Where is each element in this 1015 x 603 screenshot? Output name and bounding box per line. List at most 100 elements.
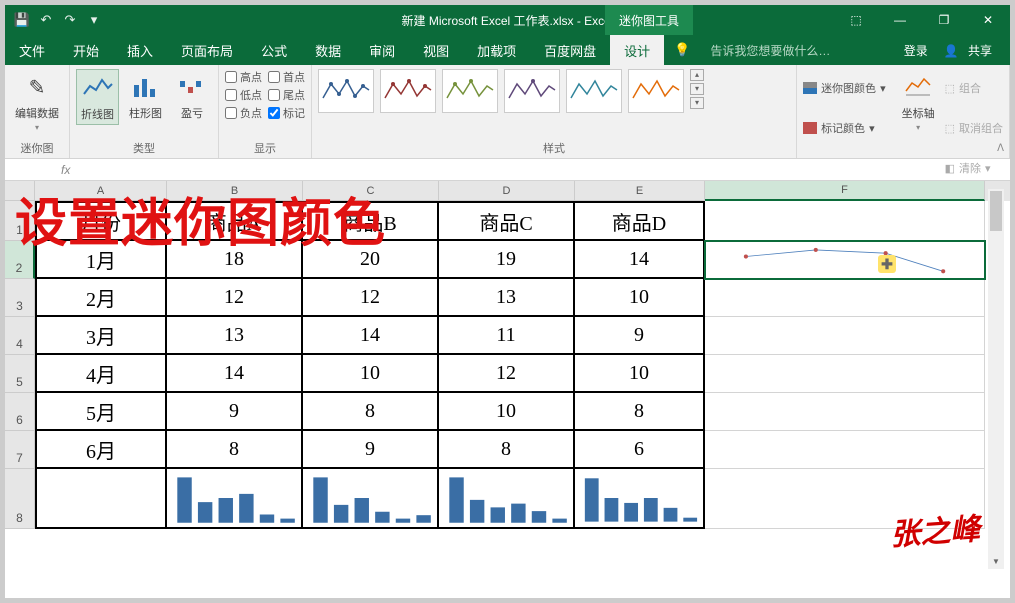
style-item[interactable] xyxy=(566,69,622,113)
style-item[interactable] xyxy=(504,69,560,113)
cell[interactable]: 13 xyxy=(167,317,303,355)
scrollbar-thumb[interactable] xyxy=(990,191,1002,231)
style-item[interactable] xyxy=(318,69,374,113)
cell[interactable]: 9 xyxy=(303,431,439,469)
cell[interactable]: 13 xyxy=(439,279,575,317)
cell[interactable]: 8 xyxy=(303,393,439,431)
negative-point-checkbox[interactable]: 负点 xyxy=(225,105,262,121)
share-button[interactable]: 👤 共享 xyxy=(938,42,1004,59)
cell[interactable]: 14 xyxy=(167,355,303,393)
tab-insert[interactable]: 插入 xyxy=(113,35,167,65)
row-header[interactable]: 3 xyxy=(5,279,35,317)
first-point-checkbox[interactable]: 首点 xyxy=(268,69,305,85)
style-item[interactable] xyxy=(380,69,436,113)
tab-addins[interactable]: 加载项 xyxy=(463,35,530,65)
marker-color-button[interactable]: 标记颜色 ▾ xyxy=(803,109,886,147)
style-item[interactable] xyxy=(442,69,498,113)
qat-more-icon[interactable]: ▾ xyxy=(85,11,103,29)
style-gallery-more[interactable]: ▴▾▾ xyxy=(690,69,706,109)
row-header[interactable]: 7 xyxy=(5,431,35,469)
contextual-tab-label: 迷你图工具 xyxy=(605,5,693,35)
cell[interactable]: 8 xyxy=(167,431,303,469)
cell-sparkline-column[interactable] xyxy=(439,469,575,529)
style-item[interactable] xyxy=(628,69,684,113)
vertical-scrollbar[interactable]: ▲ ▼ xyxy=(988,189,1004,569)
cell[interactable] xyxy=(35,469,167,529)
low-point-checkbox[interactable]: 低点 xyxy=(225,87,262,103)
column-type-button[interactable]: 柱形图 xyxy=(125,69,166,123)
minimize-button[interactable]: — xyxy=(878,5,922,35)
row-header[interactable]: 4 xyxy=(5,317,35,355)
last-point-checkbox[interactable]: 尾点 xyxy=(268,87,305,103)
cell[interactable] xyxy=(705,355,985,393)
cell[interactable]: 6月 xyxy=(35,431,167,469)
col-header-D[interactable]: D xyxy=(439,181,575,201)
cell[interactable]: 10 xyxy=(303,355,439,393)
ribbon-options-icon[interactable]: ⬚ xyxy=(834,5,878,35)
axis-button[interactable]: 坐标轴 ▾ xyxy=(898,69,939,134)
cell[interactable]: 2月 xyxy=(35,279,167,317)
cell[interactable]: 9 xyxy=(167,393,303,431)
tab-formulas[interactable]: 公式 xyxy=(247,35,301,65)
cell-sparkline-column[interactable] xyxy=(575,469,705,529)
tab-review[interactable]: 审阅 xyxy=(355,35,409,65)
cell[interactable]: 12 xyxy=(303,279,439,317)
cell[interactable]: 10 xyxy=(575,355,705,393)
high-point-checkbox[interactable]: 高点 xyxy=(225,69,262,85)
cell[interactable]: 9 xyxy=(575,317,705,355)
cell[interactable]: 8 xyxy=(575,393,705,431)
cell-sparkline-column[interactable] xyxy=(167,469,303,529)
cell[interactable]: 商品C xyxy=(439,201,575,241)
undo-icon[interactable]: ↶ xyxy=(37,11,55,29)
cell-sparkline-line[interactable]: ✚ xyxy=(705,241,985,279)
cell[interactable]: 14 xyxy=(575,241,705,279)
col-header-F[interactable]: F xyxy=(705,181,985,201)
col-header-E[interactable]: E xyxy=(575,181,705,201)
cell[interactable] xyxy=(705,431,985,469)
close-button[interactable]: ✕ xyxy=(966,5,1010,35)
collapse-ribbon-icon[interactable]: ᐱ xyxy=(997,143,1004,154)
cell[interactable] xyxy=(705,317,985,355)
group-button[interactable]: ⬚组合 xyxy=(945,69,1003,107)
markers-checkbox[interactable]: 标记 xyxy=(268,105,305,121)
redo-icon[interactable]: ↷ xyxy=(61,11,79,29)
cell[interactable]: 8 xyxy=(439,431,575,469)
cell[interactable] xyxy=(705,201,985,241)
restore-button[interactable]: ❐ xyxy=(922,5,966,35)
cell[interactable]: 11 xyxy=(439,317,575,355)
save-icon[interactable]: 💾 xyxy=(13,11,31,29)
login-button[interactable]: 登录 xyxy=(898,42,934,59)
cell[interactable]: 12 xyxy=(439,355,575,393)
cell[interactable]: 4月 xyxy=(35,355,167,393)
cell[interactable]: 3月 xyxy=(35,317,167,355)
cell[interactable] xyxy=(705,393,985,431)
cell[interactable]: 5月 xyxy=(35,393,167,431)
edit-data-button[interactable]: ✎ 编辑数据 ▾ xyxy=(11,69,63,134)
row-header[interactable]: 6 xyxy=(5,393,35,431)
cell[interactable]: 14 xyxy=(303,317,439,355)
cell[interactable]: 商品D xyxy=(575,201,705,241)
cell[interactable]: 12 xyxy=(167,279,303,317)
row-header[interactable]: 5 xyxy=(5,355,35,393)
tab-layout[interactable]: 页面布局 xyxy=(167,35,247,65)
fx-icon[interactable]: fx xyxy=(53,163,78,177)
tab-baidu[interactable]: 百度网盘 xyxy=(530,35,610,65)
cell[interactable]: 6 xyxy=(575,431,705,469)
tab-design[interactable]: 设计 xyxy=(610,35,664,65)
cell[interactable] xyxy=(705,279,985,317)
winloss-type-button[interactable]: 盈亏 xyxy=(172,69,212,123)
tab-home[interactable]: 开始 xyxy=(59,35,113,65)
sparkline-color-button[interactable]: 迷你图颜色 ▾ xyxy=(803,69,886,107)
line-type-button[interactable]: 折线图 xyxy=(76,69,119,125)
tab-file[interactable]: 文件 xyxy=(5,35,59,65)
style-gallery[interactable]: ▴▾▾ xyxy=(318,69,790,138)
cell-sparkline-column[interactable] xyxy=(303,469,439,529)
scroll-down-icon[interactable]: ▼ xyxy=(990,557,1002,569)
tell-me-input[interactable]: 告诉我您想要做什么… xyxy=(690,42,830,59)
tab-data[interactable]: 数据 xyxy=(301,35,355,65)
cell[interactable]: 10 xyxy=(575,279,705,317)
cell[interactable]: 10 xyxy=(439,393,575,431)
tab-view[interactable]: 视图 xyxy=(409,35,463,65)
cell[interactable]: 19 xyxy=(439,241,575,279)
row-header[interactable]: 8 xyxy=(5,469,35,529)
